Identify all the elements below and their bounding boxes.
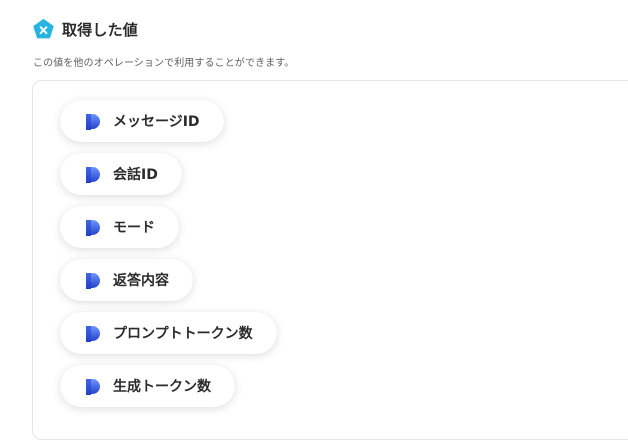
value-chip-message-id[interactable]: メッセージID [60, 100, 224, 142]
data-value-icon [85, 272, 101, 289]
value-chip-mode[interactable]: モード [60, 206, 179, 248]
value-chip-completion-tokens[interactable]: 生成トークン数 [60, 365, 235, 407]
value-chip-label: 返答内容 [113, 273, 169, 289]
value-chip-label: 生成トークン数 [113, 379, 211, 395]
value-chip-conversation-id[interactable]: 会話ID [60, 153, 182, 195]
data-value-icon [85, 219, 101, 236]
value-chip-label: メッセージID [113, 114, 200, 130]
data-value-icon [85, 378, 101, 395]
data-value-icon [85, 113, 101, 130]
value-chip-label: 会話ID [113, 167, 158, 183]
value-chip-prompt-tokens[interactable]: プロンプトトークン数 [60, 312, 277, 354]
section-description: この値を他のオペレーションで利用することができます。 [33, 58, 295, 69]
value-chip-answer[interactable]: 返答内容 [60, 259, 193, 301]
value-chip-label: プロンプトトークン数 [113, 326, 253, 342]
variable-x-icon [33, 19, 54, 40]
value-chip-label: モード [113, 220, 155, 236]
section-header: 取得した値 [33, 19, 138, 40]
data-value-icon [85, 325, 101, 342]
section-title: 取得した値 [62, 21, 139, 39]
data-value-icon [85, 166, 101, 183]
